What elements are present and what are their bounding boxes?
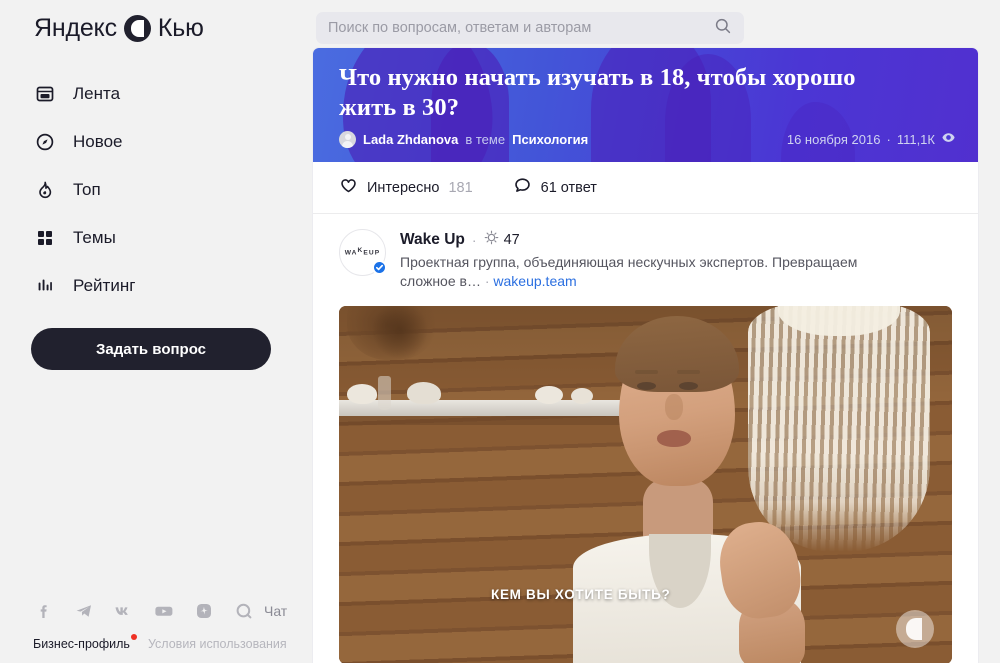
yandex-q-question-page: Яндекс Кью Лента Новое Топ Темы Рейтинг … bbox=[0, 0, 1000, 663]
sidebar-item-label: Лента bbox=[73, 84, 121, 103]
video-person-eye bbox=[637, 381, 656, 390]
video-person bbox=[571, 306, 806, 663]
sidebar-item-novoe[interactable]: Новое bbox=[34, 118, 274, 166]
yandex-q-logo-icon bbox=[123, 15, 151, 42]
notification-dot-icon bbox=[130, 634, 137, 640]
chat-q-icon[interactable] bbox=[233, 600, 255, 622]
business-profile-label: Бизнес-профиль bbox=[33, 637, 130, 651]
video-coral-decor bbox=[407, 381, 441, 404]
interesting-label: Интересно bbox=[367, 180, 440, 196]
answers-button[interactable]: 61 ответ bbox=[513, 176, 597, 200]
rating-value: 47 bbox=[503, 232, 520, 248]
question-author[interactable]: Lada Zhdanova bbox=[363, 132, 458, 147]
question-views: 111,1К bbox=[896, 131, 935, 147]
logo-product-text: Кью bbox=[157, 14, 204, 42]
terms-link[interactable]: Условия использования bbox=[148, 637, 287, 651]
question-banner: Что нужно начать изучать в 18, чтобы хор… bbox=[313, 48, 978, 162]
rating-burst-icon bbox=[484, 230, 499, 250]
sidebar-item-label: Топ bbox=[73, 180, 101, 199]
author-separator: · bbox=[471, 232, 477, 248]
sidebar-item-label: Новое bbox=[73, 132, 123, 151]
facebook-icon[interactable] bbox=[33, 600, 55, 622]
question-stats: 16 ноября 2016 · 111,1К bbox=[787, 130, 956, 148]
search-input[interactable] bbox=[328, 20, 714, 36]
video-subtitle: КЕМ ВЫ ХОТИТЕ БЫТЬ? bbox=[491, 586, 671, 602]
telegram-icon[interactable] bbox=[73, 600, 95, 622]
grid-icon bbox=[34, 227, 56, 249]
bar-chart-icon bbox=[34, 275, 56, 297]
sidebar-item-temy[interactable]: Темы bbox=[34, 214, 274, 262]
sidebar-item-label: Темы bbox=[73, 228, 116, 247]
video-person-mouth bbox=[657, 429, 691, 447]
sidebar-item-label: Рейтинг bbox=[73, 276, 136, 295]
vk-icon[interactable] bbox=[113, 600, 135, 622]
page-title: Что нужно начать изучать в 18, чтобы хор… bbox=[339, 64, 856, 121]
stats-separator: · bbox=[886, 131, 891, 147]
author-website-link[interactable]: wakeup.team bbox=[493, 273, 576, 289]
question-topic[interactable]: Психология bbox=[512, 132, 588, 147]
logo-yandex-text: Яндекс bbox=[34, 14, 117, 42]
interesting-count: 181 bbox=[448, 180, 473, 196]
avatar bbox=[339, 131, 356, 148]
heart-icon bbox=[339, 176, 358, 200]
flame-icon bbox=[34, 179, 56, 201]
footer-links: Бизнес-профиль Условия использования bbox=[33, 634, 287, 651]
interesting-button[interactable]: Интересно 181 bbox=[339, 176, 473, 200]
verified-badge-icon bbox=[372, 260, 387, 275]
video-coral-decor bbox=[535, 385, 563, 404]
eye-icon bbox=[941, 130, 956, 148]
sidebar-item-reyting[interactable]: Рейтинг bbox=[34, 262, 274, 310]
video-vase-neck-decor bbox=[378, 375, 391, 410]
author-avatar-text: WAKEUP bbox=[344, 246, 381, 257]
video-person-hair bbox=[615, 315, 739, 392]
logo[interactable]: Яндекс Кью bbox=[34, 14, 204, 43]
feed-icon bbox=[34, 83, 56, 105]
compass-icon bbox=[34, 131, 56, 153]
sidebar-item-top[interactable]: Топ bbox=[34, 166, 274, 214]
zen-icon[interactable] bbox=[193, 600, 215, 622]
q-watermark-icon bbox=[896, 609, 934, 648]
author-bio: Проектная группа, объединяющая нескучных… bbox=[400, 253, 900, 292]
question-actions: Интересно 181 61 ответ bbox=[313, 162, 978, 214]
in-topic-label: в теме bbox=[465, 132, 506, 147]
ask-question-button[interactable]: Задать вопрос bbox=[31, 328, 271, 370]
answers-label: 61 ответ bbox=[540, 180, 597, 196]
author-rating: 47 bbox=[484, 230, 520, 250]
answer-author: WAKEUP Wake Up · 47 Проектная группа, об… bbox=[313, 214, 978, 292]
business-profile-link[interactable]: Бизнес-профиль bbox=[33, 634, 137, 651]
author-name[interactable]: Wake Up bbox=[400, 231, 465, 249]
bio-separator: · bbox=[484, 273, 490, 290]
question-card: Что нужно начать изучать в 18, чтобы хор… bbox=[313, 48, 978, 663]
author-info: Wake Up · 47 Проектная группа, объединяю… bbox=[400, 229, 952, 292]
comment-icon bbox=[513, 176, 532, 200]
sidebar-nav: Лента Новое Топ Темы Рейтинг bbox=[34, 70, 274, 310]
video-coral-decor bbox=[347, 383, 377, 404]
social-links: Чат bbox=[33, 600, 287, 622]
video-person-eye bbox=[679, 381, 698, 390]
sidebar-item-lenta[interactable]: Лента bbox=[34, 70, 274, 118]
question-meta: Lada Zhdanova в теме Психология bbox=[339, 131, 588, 148]
answer-video-player[interactable]: КЕМ ВЫ ХОТИТЕ БЫТЬ? bbox=[339, 305, 952, 663]
youtube-icon[interactable] bbox=[153, 600, 175, 622]
question-date: 16 ноября 2016 bbox=[786, 131, 881, 147]
sidebar: Яндекс Кью Лента Новое Топ Темы Рейтинг … bbox=[0, 0, 313, 663]
chat-label[interactable]: Чат bbox=[264, 603, 287, 619]
search-bar[interactable] bbox=[316, 12, 744, 44]
video-person-brow bbox=[635, 369, 658, 374]
video-person-brow bbox=[677, 369, 700, 374]
video-person-nose bbox=[665, 393, 683, 420]
author-name-row: Wake Up · 47 bbox=[400, 230, 952, 250]
author-bio-text: Проектная группа, объединяющая нескучных… bbox=[400, 254, 858, 290]
avatar[interactable]: WAKEUP bbox=[339, 229, 387, 276]
search-icon[interactable] bbox=[714, 17, 732, 40]
